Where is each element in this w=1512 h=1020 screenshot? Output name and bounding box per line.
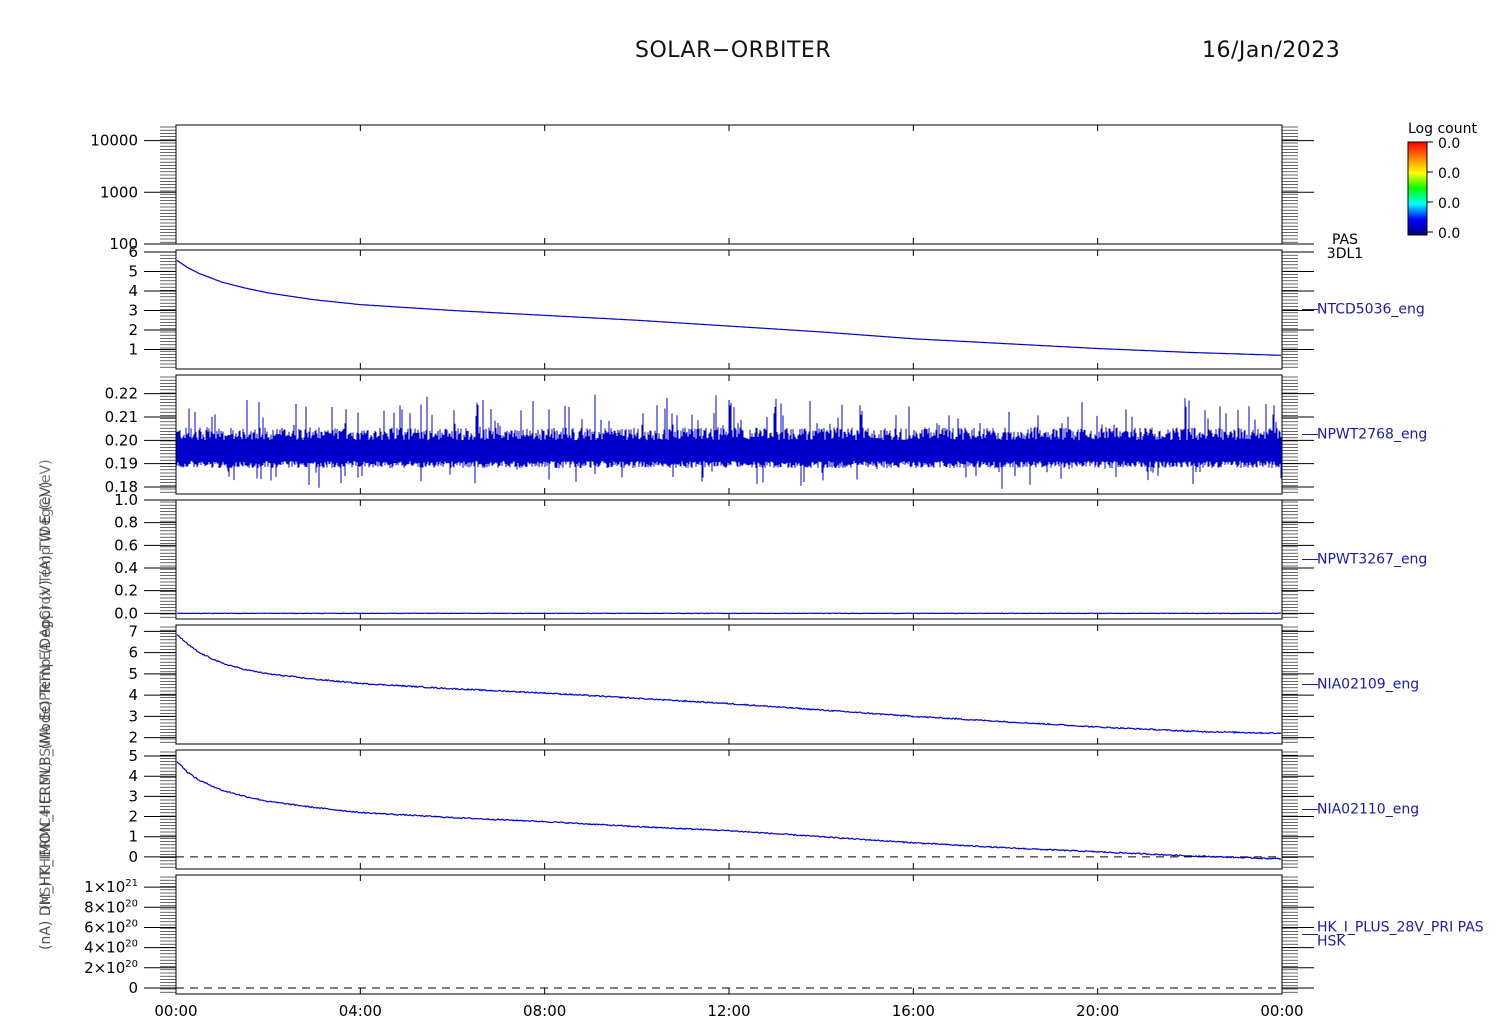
plot-date: 16/Jan/2023	[1202, 38, 1341, 63]
y-tick-label: 1000	[100, 183, 138, 201]
y-tick-label: 4×1020	[84, 939, 138, 957]
y-tick-label: 0.6	[114, 536, 138, 554]
y-tick-label: 1.0	[114, 491, 138, 509]
y-tick-label: 0	[128, 979, 138, 997]
y-tick-label: 1	[128, 828, 138, 846]
y-tick-label: 5	[128, 747, 138, 765]
series-line	[176, 394, 1282, 489]
mission-title: SOLAR−ORBITER	[635, 38, 832, 63]
panel-frame	[175, 249, 1283, 370]
x-tick-label: 12:00	[707, 1002, 750, 1020]
panel-label: NIA02110_eng	[1317, 802, 1419, 818]
y-tick-label: 2×1020	[84, 959, 138, 977]
y-tick-label: 5	[128, 262, 138, 280]
x-tick-label: 00:00	[1260, 1002, 1303, 1020]
y-tick-label: 2	[128, 729, 138, 747]
panel-frame	[175, 874, 1283, 995]
colorbar	[1407, 141, 1428, 236]
y-tick-label: 2	[128, 321, 138, 339]
y-tick-label: 1×1021	[84, 878, 138, 896]
panel-frame	[175, 624, 1283, 745]
y-tick-label: 6×1020	[84, 918, 138, 936]
y-tick-label: 0.21	[105, 408, 138, 426]
x-tick-label: 20:00	[1076, 1002, 1119, 1020]
y-tick-label: 7	[128, 622, 138, 640]
series-line	[176, 761, 1282, 861]
panel-label: NIA02109_eng	[1317, 677, 1419, 693]
series-line	[176, 634, 1282, 735]
solar-orbiter-stacked-plot: 100100010000PAS3DL1123456NTCD5036_eng0.1…	[84, 121, 1484, 1020]
colorbar-tick-label: 0.0	[1438, 196, 1460, 212]
y-tick-label: 0	[128, 848, 138, 866]
y-tick-label: 2	[128, 808, 138, 826]
y-tick-label: 0.2	[114, 582, 138, 600]
y-tick-label: 10000	[90, 132, 138, 150]
panel-frame	[175, 749, 1283, 870]
y-tick-label: 3	[128, 707, 138, 725]
panel-label: NPWT2768_eng	[1317, 427, 1427, 443]
y-tick-label: 5	[128, 665, 138, 683]
x-tick-label: 00:00	[154, 1002, 197, 1020]
y-tick-label: 0.19	[105, 455, 138, 473]
y-tick-label: 6	[128, 243, 138, 261]
series-line	[177, 612, 1282, 615]
panel-frame	[175, 499, 1283, 620]
overlapping-axis-titles-b: (nS) THERMC4 (1.5V) SWA EOPRTN EA Approx…	[38, 459, 54, 910]
colorbar-tick-label: 0.0	[1438, 166, 1460, 182]
y-tick-label: 0.0	[114, 604, 138, 622]
panel-label: 3DL1	[1327, 246, 1363, 262]
series-line	[176, 259, 1281, 356]
panel-frame	[175, 124, 1283, 245]
y-tick-label: 3	[128, 787, 138, 805]
panel-label: NPWT3267_eng	[1317, 552, 1427, 568]
colorbar-title: Log count	[1408, 121, 1477, 137]
colorbar-tick-label: 0.0	[1438, 136, 1460, 152]
panel-label: NTCD5036_eng	[1317, 302, 1425, 318]
y-tick-label: 0.20	[105, 431, 138, 449]
x-tick-label: 08:00	[523, 1002, 566, 1020]
panel-label: HSK	[1317, 934, 1346, 950]
y-tick-label: 4	[128, 767, 138, 785]
y-tick-label: 4	[128, 686, 138, 704]
y-tick-label: 0.4	[114, 559, 138, 577]
x-tick-label: 04:00	[339, 1002, 382, 1020]
y-tick-label: 0.22	[105, 385, 138, 403]
y-tick-label: 0.8	[114, 514, 138, 532]
y-tick-label: 4	[128, 282, 138, 300]
x-tick-label: 16:00	[892, 1002, 935, 1020]
y-tick-label: 8×1020	[84, 898, 138, 916]
y-tick-label: 3	[128, 301, 138, 319]
y-tick-label: 1	[128, 340, 138, 358]
colorbar-tick-label: 0.0	[1438, 226, 1460, 242]
y-tick-label: 6	[128, 644, 138, 662]
